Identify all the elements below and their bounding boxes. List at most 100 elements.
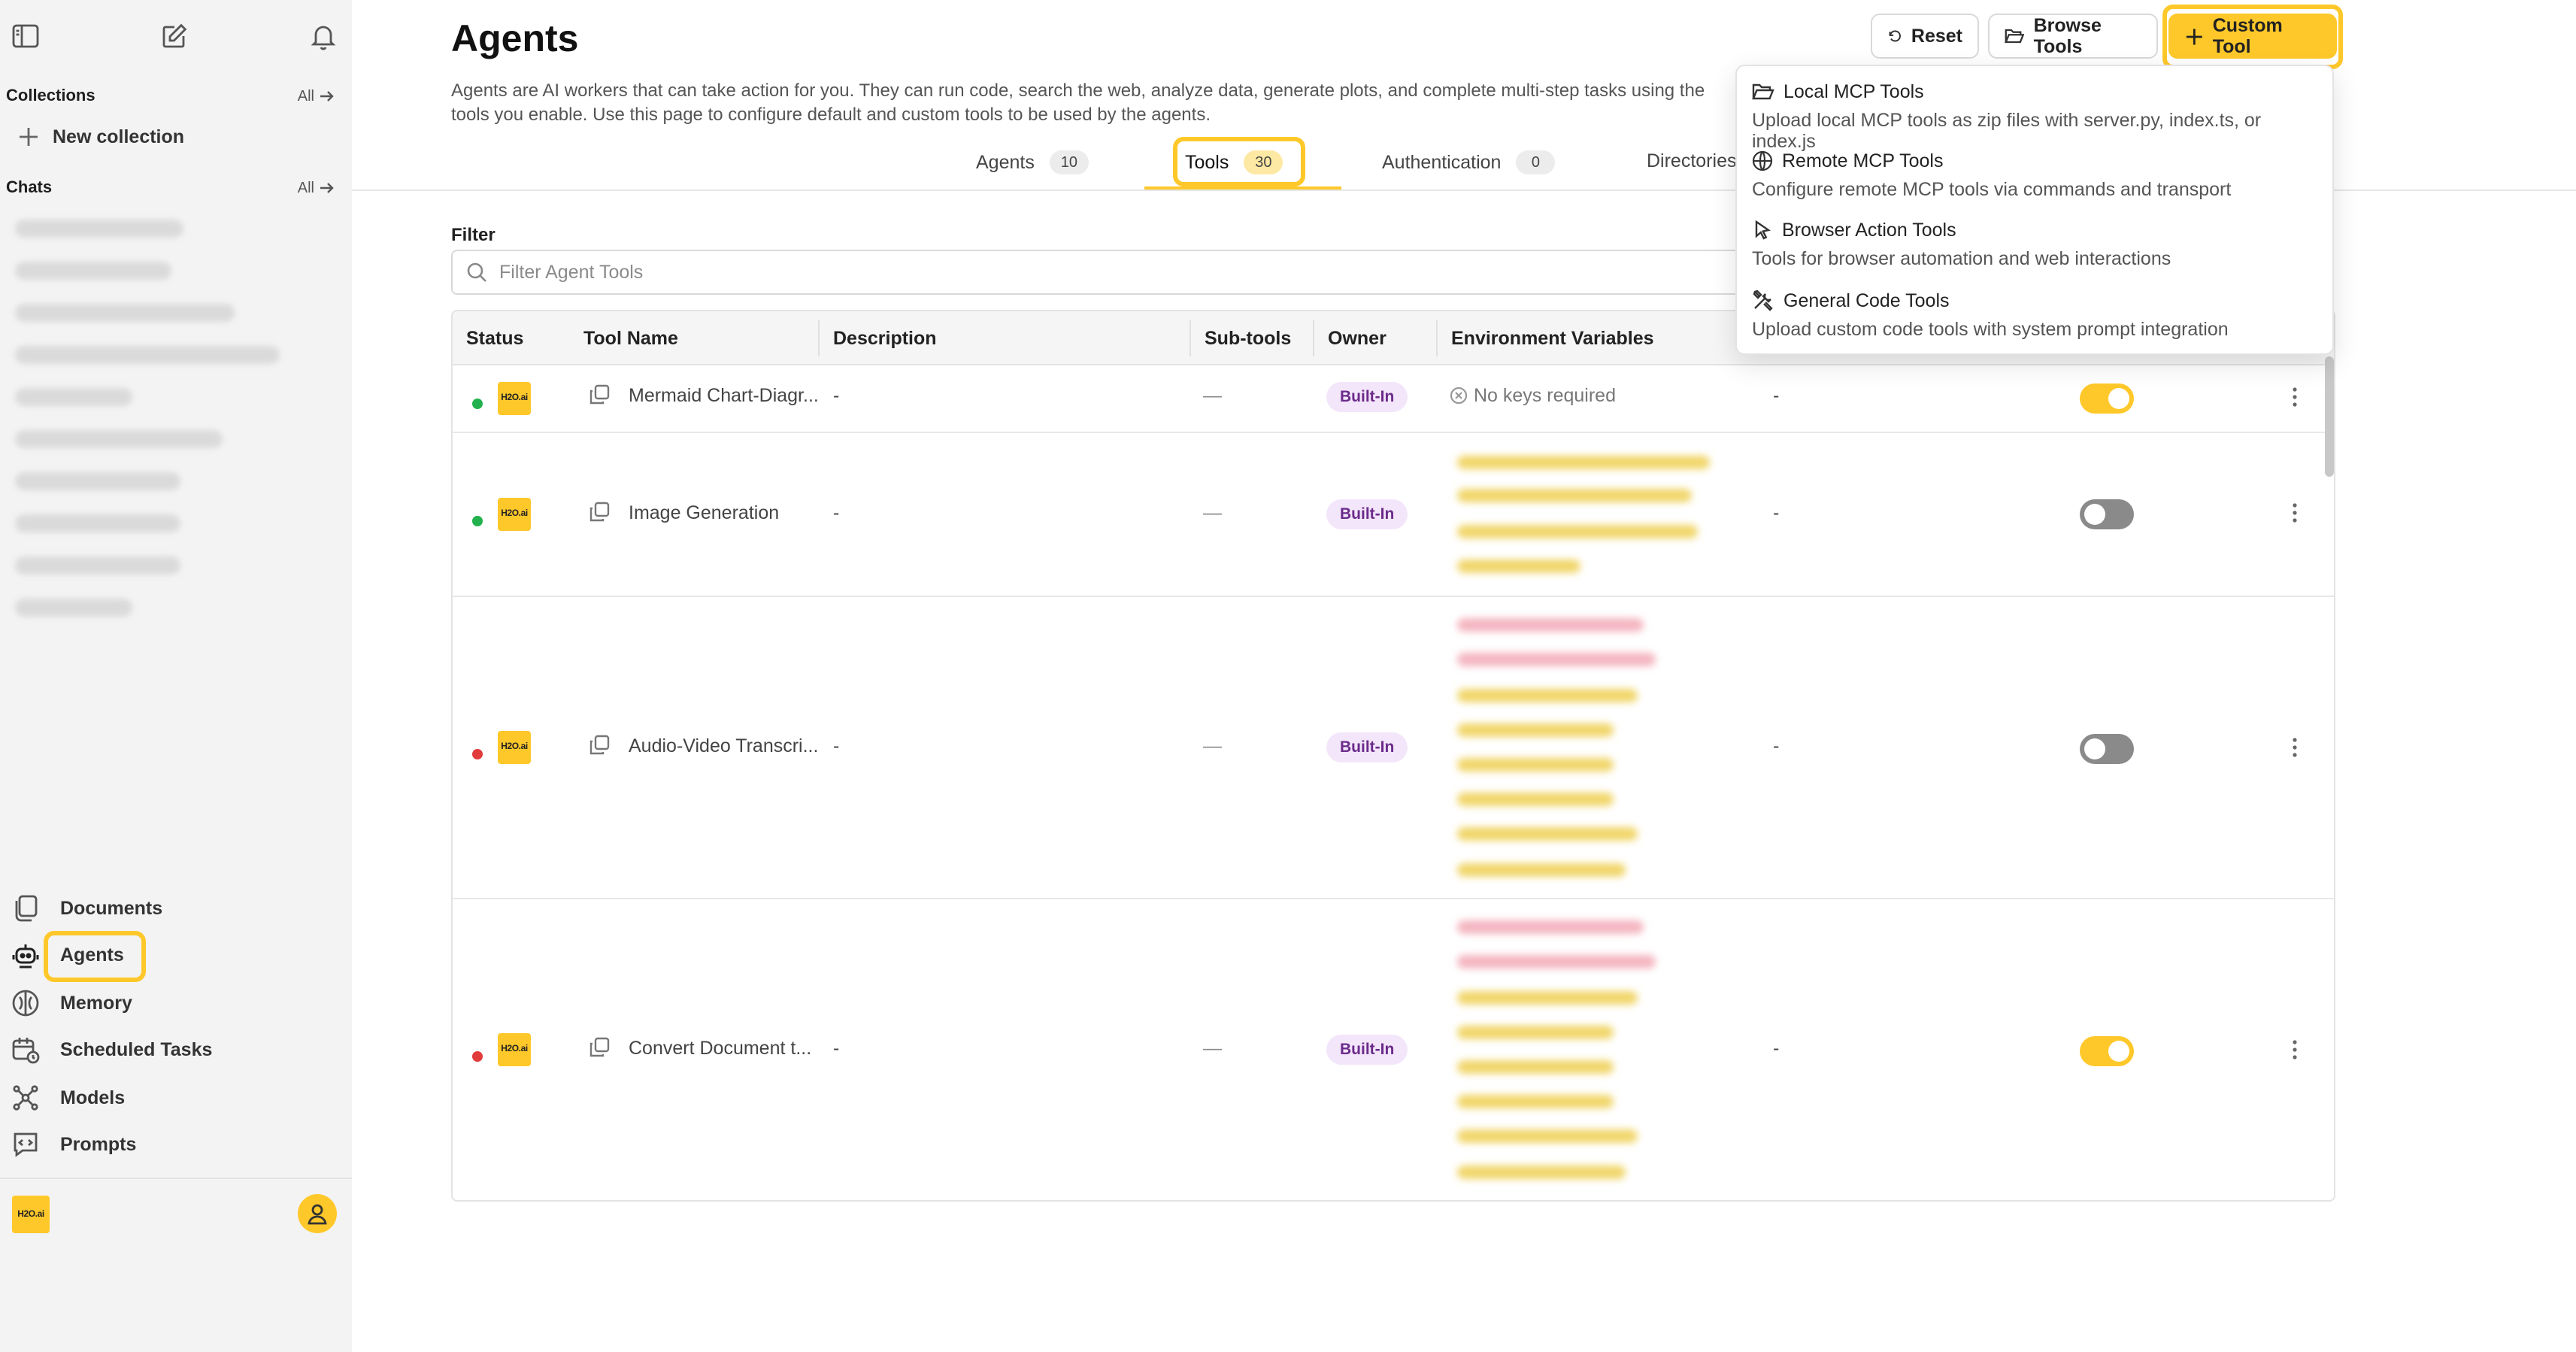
calendar-clock-icon	[9, 1033, 42, 1066]
env-redacted	[1457, 689, 1638, 702]
col-tool-name: Tool Name	[583, 328, 678, 349]
tool-description: -	[833, 735, 840, 756]
user-avatar[interactable]	[298, 1194, 337, 1233]
tool-name[interactable]: Convert Document t...	[629, 1038, 811, 1059]
status-dot	[472, 1051, 483, 1062]
chat-item[interactable]	[15, 556, 180, 574]
reset-button[interactable]: Reset	[1871, 14, 1979, 59]
nav-models[interactable]: Models	[9, 1078, 125, 1117]
filter-field[interactable]	[451, 250, 1759, 295]
tab-directories[interactable]: Directories	[1647, 150, 1737, 171]
tab-agents[interactable]: Agents 10	[976, 150, 1089, 174]
chat-item[interactable]	[15, 346, 280, 364]
bell-icon[interactable]	[305, 18, 341, 54]
no-keys-icon	[1450, 387, 1468, 405]
nav-prompts[interactable]: Prompts	[9, 1125, 136, 1164]
tab-authentication[interactable]: Authentication 0	[1382, 150, 1556, 174]
nav-label: Prompts	[60, 1134, 137, 1155]
folder-icon	[1752, 83, 1774, 100]
nav-documents[interactable]: Documents	[9, 889, 162, 928]
tool-name[interactable]: Audio-Video Transcri...	[629, 735, 818, 756]
extra-cell: -	[1773, 385, 1780, 406]
owner-cell: Built-In	[1326, 382, 1408, 412]
sidebar-divider	[0, 1178, 352, 1179]
copy-icon[interactable]	[588, 1036, 611, 1059]
menu-item-remote-mcp[interactable]: Remote MCP Tools Configure remote MCP to…	[1752, 150, 2323, 200]
status-dot	[472, 399, 483, 409]
browse-tools-button[interactable]: Browse Tools	[1988, 14, 2158, 59]
menu-item-title: Remote MCP Tools	[1782, 150, 1944, 171]
col-environment-variables: Environment Variables	[1436, 320, 1654, 356]
menu-item-local-mcp[interactable]: Local MCP Tools Upload local MCP tools a…	[1752, 81, 2323, 152]
chat-item[interactable]	[15, 430, 223, 448]
table-row[interactable]: H2O.ai Convert Document t... - — Built-I…	[453, 899, 2334, 1200]
chat-item[interactable]	[15, 599, 132, 617]
nav-memory[interactable]: Memory	[9, 984, 132, 1023]
owner-badge: Built-In	[1326, 382, 1408, 412]
col-sub-tools: Sub-tools	[1190, 320, 1291, 356]
table-row[interactable]: H2O.ai Image Generation - — Built-In -	[453, 433, 2334, 597]
enable-toggle[interactable]	[2080, 734, 2134, 764]
sidebar-toggle-icon[interactable]	[8, 18, 44, 54]
env-redacted	[1457, 758, 1614, 771]
collections-all-link[interactable]: All	[298, 88, 334, 105]
chat-item[interactable]	[15, 304, 235, 322]
env-redacted	[1457, 991, 1638, 1005]
table-row[interactable]: H2O.ai Mermaid Chart-Diagr... - — Built-…	[453, 365, 2334, 433]
search-icon	[467, 262, 486, 282]
chat-item[interactable]	[15, 220, 183, 238]
table-scrollbar[interactable]	[2325, 356, 2334, 477]
more-options-icon[interactable]	[2283, 1038, 2307, 1062]
tab-count: 10	[1049, 150, 1089, 174]
new-chat-icon[interactable]	[156, 18, 192, 54]
table-row[interactable]: H2O.ai Audio-Video Transcri... - — Built…	[453, 597, 2334, 899]
chat-item[interactable]	[15, 388, 132, 406]
chats-all-link[interactable]: All	[298, 180, 334, 196]
chats-label: Chats	[6, 179, 53, 197]
tools-icon	[1753, 289, 1773, 311]
tool-description: -	[833, 1038, 840, 1059]
brain-icon	[9, 987, 42, 1020]
chat-item[interactable]	[15, 262, 171, 280]
tab-count: 0	[1516, 150, 1556, 174]
enable-toggle[interactable]	[2080, 383, 2134, 414]
h2o-logo: H2O.ai	[498, 731, 531, 764]
sidebar-toolbar	[0, 18, 352, 54]
menu-item-title: General Code Tools	[1784, 289, 1950, 311]
tool-name[interactable]: Image Generation	[629, 502, 779, 523]
tool-name[interactable]: Mermaid Chart-Diagr...	[629, 385, 819, 406]
enable-toggle[interactable]	[2080, 1036, 2134, 1066]
enable-toggle[interactable]	[2080, 499, 2134, 529]
owner-badge: Built-In	[1326, 499, 1408, 529]
chat-item[interactable]	[15, 514, 180, 532]
copy-icon[interactable]	[588, 501, 611, 523]
owner-cell: Built-In	[1326, 499, 1408, 529]
chat-item[interactable]	[15, 472, 180, 490]
nav-scheduled-tasks[interactable]: Scheduled Tasks	[9, 1030, 212, 1069]
tools-table: Status Tool Name Description Sub-tools O…	[451, 310, 2335, 1202]
copy-icon[interactable]	[588, 383, 611, 406]
more-options-icon[interactable]	[2283, 501, 2307, 525]
tool-description: -	[833, 502, 840, 523]
collections-header: Collections All	[6, 87, 334, 105]
new-collection-button[interactable]: New collection	[18, 126, 184, 147]
cursor-icon	[1755, 220, 1771, 240]
custom-tool-menu: Local MCP Tools Upload local MCP tools a…	[1735, 65, 2334, 355]
filter-input[interactable]	[499, 262, 1402, 283]
chats-header: Chats All	[6, 179, 334, 197]
menu-item-general-code[interactable]: General Code Tools Upload custom code to…	[1752, 289, 2323, 340]
env-redacted	[1457, 793, 1614, 806]
arrow-right-icon	[320, 183, 334, 193]
col-description: Description	[818, 320, 937, 356]
env-redacted	[1457, 1026, 1614, 1039]
menu-item-subtitle: Upload custom code tools with system pro…	[1752, 319, 2229, 340]
more-options-icon[interactable]	[2283, 735, 2307, 759]
more-options-icon[interactable]	[2283, 385, 2307, 409]
copy-icon[interactable]	[588, 734, 611, 756]
tool-subtools: —	[1203, 1038, 1222, 1059]
tool-description: -	[833, 385, 840, 406]
menu-item-browser-action[interactable]: Browser Action Tools Tools for browser a…	[1752, 220, 2323, 269]
env-redacted	[1457, 1095, 1614, 1108]
col-owner: Owner	[1313, 320, 1386, 356]
status-dot	[472, 749, 483, 759]
